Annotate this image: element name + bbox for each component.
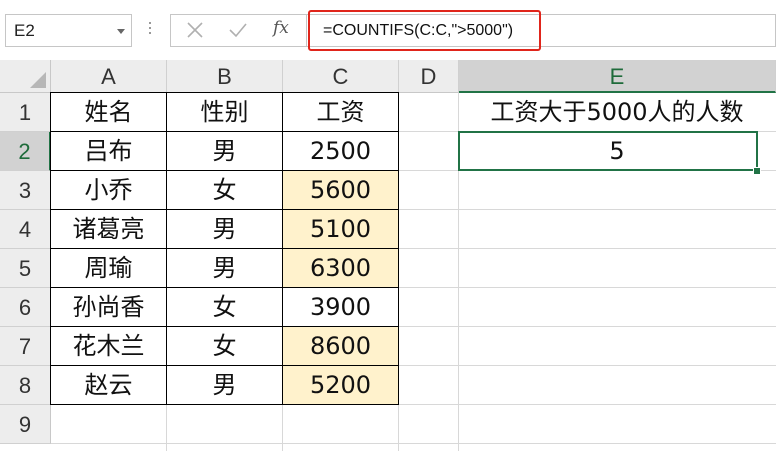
select-all-corner[interactable] bbox=[0, 60, 51, 93]
row-header-2[interactable]: 2 bbox=[0, 132, 51, 171]
column-header-e[interactable]: E bbox=[459, 60, 776, 93]
column-header-b[interactable]: B bbox=[167, 60, 283, 93]
table-border-horizontal bbox=[50, 131, 399, 132]
select-all-icon[interactable] bbox=[30, 72, 46, 88]
salary-cell[interactable]: 5100 bbox=[283, 210, 398, 248]
active-cell-border bbox=[458, 131, 758, 171]
gender-cell[interactable]: 男 bbox=[167, 132, 282, 170]
gender-cell[interactable]: 女 bbox=[167, 288, 282, 326]
name-cell[interactable]: 花木兰 bbox=[51, 327, 166, 365]
row-header-6[interactable]: 6 bbox=[0, 288, 51, 327]
salary-cell[interactable]: 5600 bbox=[283, 171, 398, 209]
row-header-8[interactable]: 8 bbox=[0, 366, 51, 405]
close-icon[interactable] bbox=[186, 21, 204, 43]
name-cell[interactable]: 小乔 bbox=[51, 171, 166, 209]
name-cell[interactable]: 诸葛亮 bbox=[51, 210, 166, 248]
salary-cell[interactable]: 6300 bbox=[283, 249, 398, 287]
fill-handle[interactable] bbox=[753, 167, 761, 175]
formula-bar-area: E2 fx =COUNTIFS(C:C,">5000") bbox=[0, 0, 776, 64]
salary-cell[interactable]: 5200 bbox=[283, 366, 398, 404]
result-label-cell[interactable]: 工资大于5000人的人数 bbox=[459, 93, 775, 131]
table-border-horizontal bbox=[50, 170, 399, 171]
header-cell[interactable]: 性别 bbox=[167, 93, 282, 131]
row-header-1[interactable]: 1 bbox=[0, 93, 51, 132]
table-border-horizontal bbox=[50, 365, 399, 366]
header-cell[interactable]: 工资 bbox=[283, 93, 398, 131]
row-header-9[interactable]: 9 bbox=[0, 405, 51, 444]
table-border-horizontal bbox=[50, 92, 399, 93]
table-border-horizontal bbox=[50, 209, 399, 210]
name-box-value: E2 bbox=[14, 21, 35, 40]
table-border-horizontal bbox=[50, 326, 399, 327]
name-cell[interactable]: 周瑜 bbox=[51, 249, 166, 287]
column-header-a[interactable]: A bbox=[51, 60, 167, 93]
row-header-4[interactable]: 4 bbox=[0, 210, 51, 249]
row-header-5[interactable]: 5 bbox=[0, 249, 51, 288]
salary-cell[interactable]: 2500 bbox=[283, 132, 398, 170]
fx-icon[interactable]: fx bbox=[273, 18, 289, 38]
row-header-7[interactable]: 7 bbox=[0, 327, 51, 366]
gender-cell[interactable]: 女 bbox=[167, 327, 282, 365]
name-box[interactable]: E2 bbox=[5, 14, 132, 47]
table-border-horizontal bbox=[50, 404, 399, 405]
spreadsheet-grid: A B C D E 1 2 3 4 5 6 7 8 9 姓名 性别 工资 吕布男 2500 小乔女 5600 诸葛亮男 51… bbox=[0, 60, 776, 451]
salary-cell[interactable]: 3900 bbox=[283, 288, 398, 326]
table-border-horizontal bbox=[50, 287, 399, 288]
check-icon[interactable] bbox=[228, 21, 248, 43]
table-border-horizontal bbox=[50, 248, 399, 249]
gender-cell[interactable]: 男 bbox=[167, 210, 282, 248]
salary-cell[interactable]: 8600 bbox=[283, 327, 398, 365]
gender-cell[interactable]: 女 bbox=[167, 171, 282, 209]
name-cell[interactable]: 赵云 bbox=[51, 366, 166, 404]
header-cell[interactable]: 姓名 bbox=[51, 93, 166, 131]
row-header-3[interactable]: 3 bbox=[0, 171, 51, 210]
name-cell[interactable]: 孙尚香 bbox=[51, 288, 166, 326]
column-header-c[interactable]: C bbox=[283, 60, 399, 93]
gender-cell[interactable]: 男 bbox=[167, 249, 282, 287]
gridline-horizontal bbox=[51, 443, 776, 444]
grip-dots-icon[interactable] bbox=[149, 22, 152, 40]
chevron-down-icon[interactable] bbox=[117, 29, 125, 34]
column-header-d[interactable]: D bbox=[399, 60, 459, 93]
name-cell[interactable]: 吕布 bbox=[51, 132, 166, 170]
gender-cell[interactable]: 男 bbox=[167, 366, 282, 404]
formula-text[interactable]: =COUNTIFS(C:C,">5000") bbox=[323, 22, 513, 40]
